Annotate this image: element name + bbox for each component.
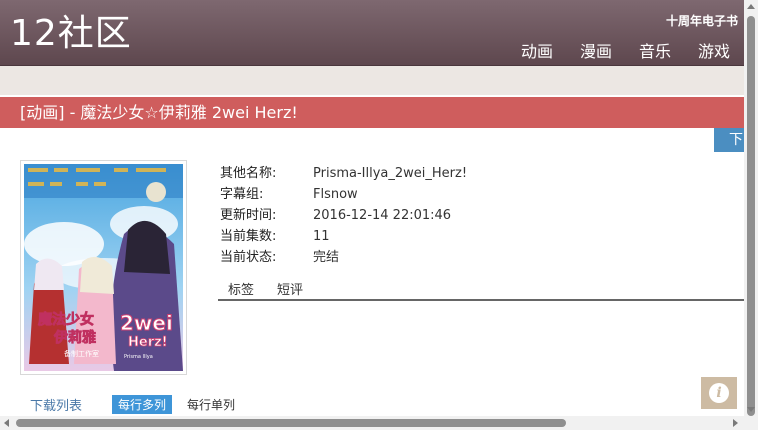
anniversary-ebook-link[interactable]: 十周年电子书 [666, 12, 738, 29]
info-row-subtitle-group: 字幕组: Flsnow [220, 184, 467, 205]
horizontal-scrollbar[interactable] [0, 416, 744, 430]
vertical-scroll-thumb[interactable] [747, 16, 755, 416]
cover-credit: Prisma Illya [124, 354, 153, 360]
scroll-down-icon[interactable] [747, 407, 755, 412]
detail-tabs: 标签 短评 [218, 281, 744, 301]
info-row-episode-count: 当前集数: 11 [220, 226, 467, 247]
info-value: Prisma-Illya_2wei_Herz! [313, 166, 468, 181]
cover-title-line1: 魔法少女 [38, 311, 94, 328]
cover-title-line2: 伊莉雅 [53, 329, 96, 346]
cover-subtitle: 备制工作室 [64, 349, 99, 358]
nav-item-anime[interactable]: 动画 [521, 38, 553, 62]
info-button[interactable]: i [701, 377, 737, 409]
scroll-up-icon[interactable] [747, 4, 755, 9]
cover-title-badge: 2wei [120, 311, 173, 335]
info-value: 完结 [313, 250, 340, 265]
cover-illustration: 魔法少女 伊莉雅 2wei Herz! 备制工作室 Prisma Illya [24, 164, 183, 371]
nav-item-games[interactable]: 游戏 [698, 38, 730, 62]
info-label: 其他名称: [220, 166, 277, 181]
tab-reviews[interactable]: 短评 [277, 281, 303, 299]
download-tab-button[interactable]: 下 [714, 128, 744, 152]
nav-item-music[interactable]: 音乐 [639, 38, 671, 62]
info-row-status: 当前状态: 完结 [220, 247, 467, 268]
info-label: 当前状态: [220, 250, 277, 265]
cover-image: 魔法少女 伊莉雅 2wei Herz! 备制工作室 Prisma Illya [20, 160, 187, 375]
sub-header-band [0, 66, 744, 95]
cover-title-badge2: Herz! [128, 335, 168, 350]
info-label: 字幕组: [220, 187, 264, 202]
download-list-header: 下载列表 每行多列 每行单列 [30, 395, 235, 414]
info-value: Flsnow [313, 187, 358, 202]
site-header: 12社区 十周年电子书 动画 漫画 音乐 游戏 [0, 0, 744, 66]
info-row-alt-name: 其他名称: Prisma-Illya_2wei_Herz! [220, 163, 467, 184]
scroll-left-icon[interactable] [4, 419, 9, 427]
site-logo[interactable]: 12社区 [10, 14, 132, 54]
vertical-scrollbar[interactable] [744, 0, 758, 430]
multi-column-mode-button[interactable]: 每行多列 [112, 395, 173, 414]
nav-item-manga[interactable]: 漫画 [580, 38, 612, 62]
info-label: 当前集数: [220, 229, 277, 244]
download-list-title: 下载列表 [30, 399, 83, 414]
scroll-right-icon[interactable] [733, 419, 738, 427]
tab-tags[interactable]: 标签 [228, 281, 254, 299]
page-title: [动画] - 魔法少女☆伊莉雅 2wei Herz! [0, 97, 744, 128]
horizontal-scroll-thumb[interactable] [16, 419, 566, 427]
info-icon: i [709, 383, 729, 403]
info-value: 11 [313, 229, 330, 244]
main-nav: 动画 漫画 音乐 游戏 [521, 38, 730, 62]
single-column-mode-button[interactable]: 每行单列 [187, 396, 235, 413]
anime-info: 其他名称: Prisma-Illya_2wei_Herz! 字幕组: Flsno… [220, 163, 467, 268]
info-row-update-time: 更新时间: 2016-12-14 22:01:46 [220, 205, 467, 226]
info-label: 更新时间: [220, 208, 277, 223]
info-value: 2016-12-14 22:01:46 [313, 208, 452, 223]
